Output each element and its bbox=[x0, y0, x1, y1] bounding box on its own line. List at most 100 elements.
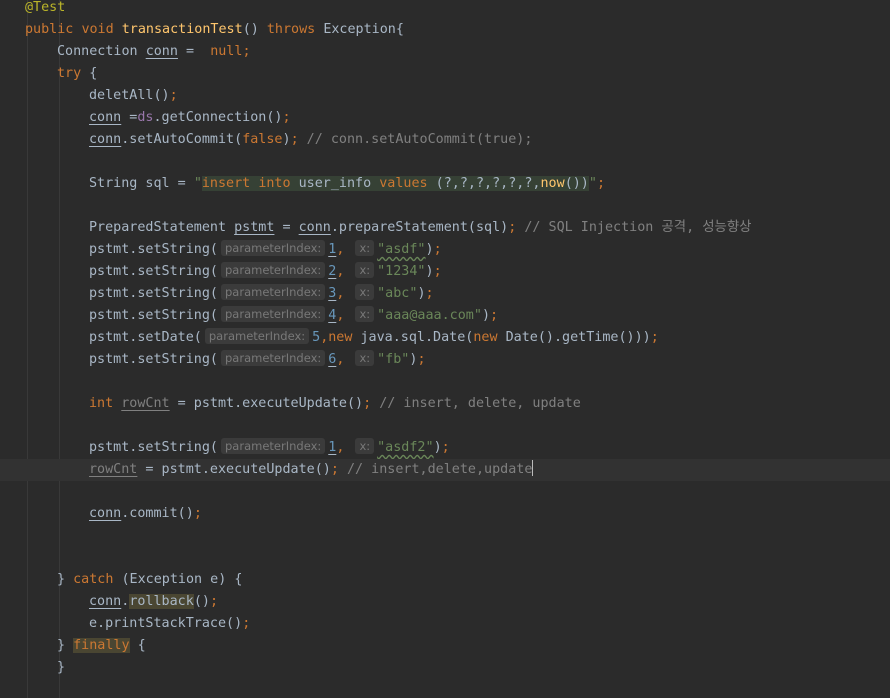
sql-params: (?,?,?,?,?,?, bbox=[427, 176, 541, 191]
paren: ) bbox=[417, 286, 426, 301]
semicolon: ; bbox=[650, 330, 659, 345]
semicolon: ; bbox=[330, 462, 339, 477]
semicolon: ; bbox=[242, 44, 251, 59]
semicolon: ; bbox=[169, 88, 178, 103]
assign: = bbox=[274, 220, 299, 235]
text-caret bbox=[532, 460, 534, 476]
current-line[interactable]: rowCnt = pstmt.executeUpdate(); // inser… bbox=[0, 459, 890, 481]
semicolon: ; bbox=[596, 176, 605, 191]
string-quote: " bbox=[193, 176, 202, 191]
sql-string: insert into user_info values (?,?,?,?,?,… bbox=[201, 176, 589, 191]
method-call-highlight: rollback bbox=[129, 594, 194, 609]
semicolon: ; bbox=[433, 264, 442, 279]
code-line: Connection conn = null; bbox=[0, 41, 890, 63]
catch-clause: (Exception e) { bbox=[113, 572, 243, 587]
field: ds bbox=[137, 110, 154, 125]
comma: , bbox=[336, 440, 345, 455]
comment: // conn.setAutoCommit(true); bbox=[298, 132, 533, 147]
sql-function: now bbox=[540, 176, 565, 191]
code-line: conn.rollback(); bbox=[0, 591, 890, 613]
method-call: pstmt.setString( bbox=[89, 308, 218, 323]
comment: // insert,delete,update bbox=[338, 462, 533, 477]
keyword: null bbox=[210, 44, 243, 59]
parameter-hint: x: bbox=[355, 262, 375, 278]
semicolon: ; bbox=[193, 506, 202, 521]
code-editor[interactable]: @Test public void transactionTest() thro… bbox=[0, 0, 890, 698]
semicolon: ; bbox=[490, 308, 499, 323]
sql-keyword: insert bbox=[201, 176, 259, 191]
parens: () bbox=[193, 594, 210, 609]
type-name: Connection bbox=[57, 44, 138, 59]
semicolon: ; bbox=[363, 396, 372, 411]
string-literal: "fb" bbox=[377, 352, 410, 367]
code-line: pstmt.setString(parameterIndex: 1, x: "asd… bbox=[0, 437, 890, 459]
method-call: pstmt.setString( bbox=[89, 440, 218, 455]
annotation: @Test bbox=[25, 0, 66, 15]
semicolon: ; bbox=[282, 110, 291, 125]
parameter-hint: parameterIndex: bbox=[221, 438, 326, 454]
parameter-hint: x: bbox=[355, 306, 375, 322]
parameter-hint: parameterIndex: bbox=[221, 350, 326, 366]
brace: { bbox=[129, 638, 146, 653]
type-name: PreparedStatement bbox=[89, 220, 235, 235]
keyword-highlight: finally bbox=[73, 638, 130, 653]
brace: { bbox=[81, 66, 98, 81]
keyword: int bbox=[89, 396, 114, 411]
semicolon: ; bbox=[441, 440, 450, 455]
method-call: .commit() bbox=[121, 506, 194, 521]
code-line: pstmt.setString(parameterIndex: 2, x: "123… bbox=[0, 261, 890, 283]
string-literal: "1234" bbox=[377, 264, 426, 279]
sql-keyword: values bbox=[379, 176, 428, 191]
variable: conn bbox=[89, 110, 122, 125]
method-call: pstmt.setString( bbox=[89, 264, 218, 279]
comma: , bbox=[336, 308, 345, 323]
parameter-hint: x: bbox=[355, 284, 375, 300]
parameter-hint: parameterIndex: bbox=[204, 328, 310, 344]
method-call: pstmt.setDate( bbox=[89, 330, 202, 345]
method-call: deletAll() bbox=[89, 88, 170, 103]
keyword: catch bbox=[73, 572, 114, 587]
comma: , bbox=[336, 286, 345, 301]
keyword: new bbox=[473, 330, 498, 345]
parameter-hint: parameterIndex: bbox=[221, 306, 326, 322]
keyword: public bbox=[25, 22, 74, 37]
code-line: String sql = "insert into user_info valu… bbox=[0, 173, 890, 195]
code-line: conn.commit(); bbox=[0, 503, 890, 525]
constructor-call: java.sql.Date( bbox=[352, 330, 474, 345]
string-quote: " bbox=[588, 176, 597, 191]
variable: conn bbox=[298, 220, 331, 235]
code-line: int rowCnt = pstmt.executeUpdate(); // i… bbox=[0, 393, 890, 415]
declaration: String sql = bbox=[89, 176, 194, 191]
method-call: = pstmt.executeUpdate() bbox=[137, 462, 331, 477]
code-line: } finally { bbox=[0, 635, 890, 657]
parameter-hint: parameterIndex: bbox=[221, 240, 326, 256]
variable: conn bbox=[89, 594, 122, 609]
code-line: conn =ds.getConnection(); bbox=[0, 107, 890, 129]
exception-type: Exception{ bbox=[323, 22, 404, 37]
variable: pstmt bbox=[234, 220, 275, 235]
semicolon: ; bbox=[242, 616, 251, 631]
method-call: pstmt.setString( bbox=[89, 352, 218, 367]
paren: ) bbox=[481, 308, 490, 323]
number: 5 bbox=[312, 330, 321, 345]
semicolon: ; bbox=[417, 352, 426, 367]
code-line: pstmt.setDate(parameterIndex: 5,new java.… bbox=[0, 327, 890, 349]
comma: , bbox=[336, 352, 345, 367]
method-call: pstmt.setString( bbox=[89, 286, 218, 301]
sql-table: user_info bbox=[290, 176, 380, 191]
brace: } bbox=[57, 660, 66, 675]
code-line: e.printStackTrace(); bbox=[0, 613, 890, 635]
parameter-hint: x: bbox=[355, 438, 375, 454]
keyword: try bbox=[57, 66, 82, 81]
brace: } bbox=[57, 638, 74, 653]
comma: , bbox=[336, 242, 345, 257]
code-line: public void transactionTest() throws Exc… bbox=[0, 19, 890, 41]
paren: ) bbox=[282, 132, 291, 147]
assign: = bbox=[177, 44, 211, 59]
sql-parens: ()) bbox=[564, 176, 589, 191]
string-literal: "asdf2" bbox=[377, 440, 434, 455]
parameter-hint: parameterIndex: bbox=[221, 262, 326, 278]
parameter-hint: x: bbox=[355, 240, 375, 256]
code-line: pstmt.setString(parameterIndex: 6, x: "fb"… bbox=[0, 349, 890, 371]
variable: conn bbox=[89, 132, 122, 147]
